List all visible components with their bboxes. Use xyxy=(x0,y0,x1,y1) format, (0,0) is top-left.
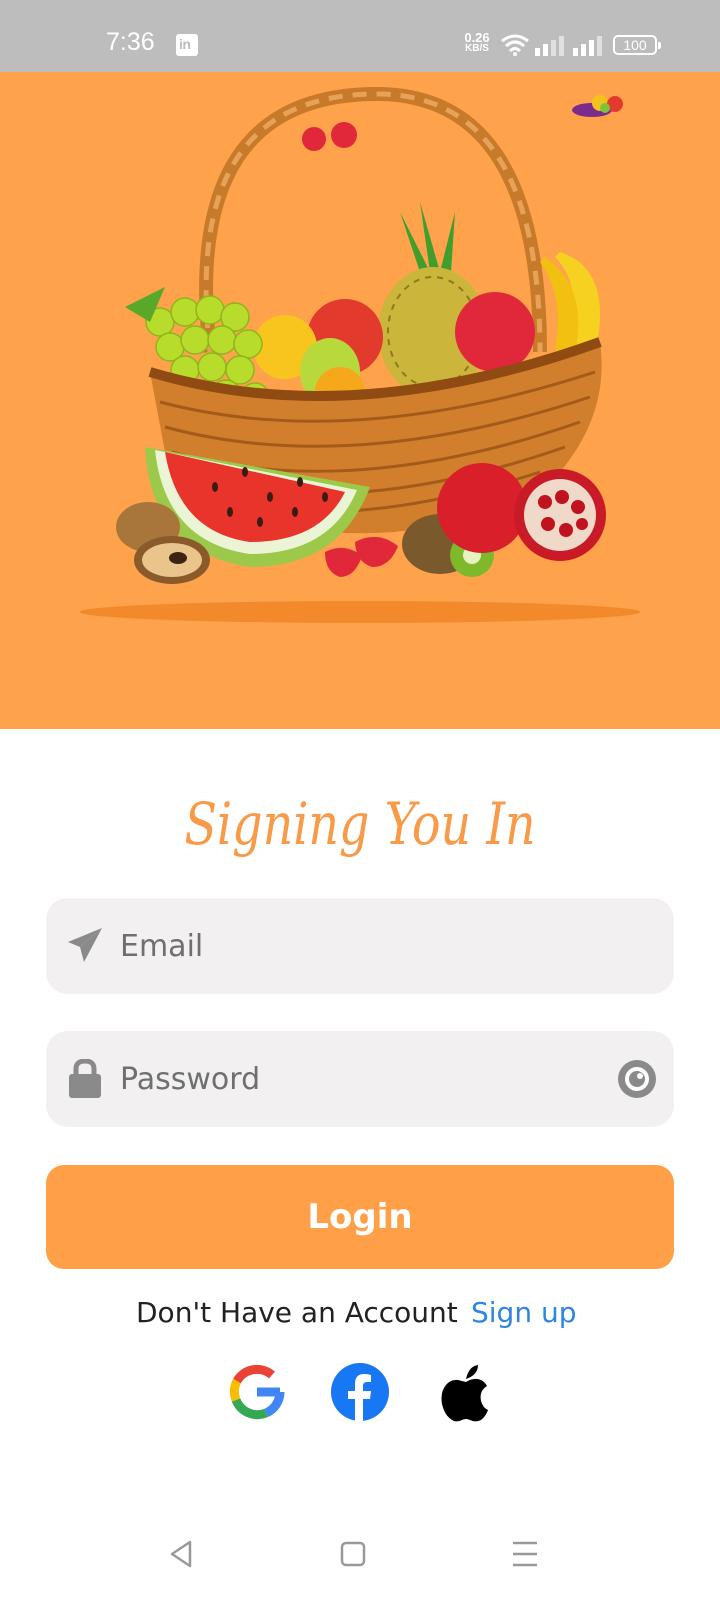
facebook-icon[interactable] xyxy=(330,1362,390,1422)
network-speed-unit: KB/S xyxy=(465,43,489,54)
google-icon[interactable] xyxy=(227,1362,287,1422)
email-field[interactable] xyxy=(46,898,674,994)
signal-icon-2 xyxy=(573,36,602,56)
apple-icon[interactable] xyxy=(436,1362,496,1422)
fruit-basket-illustration xyxy=(80,86,640,623)
recents-icon[interactable] xyxy=(505,1534,545,1574)
signal-icon xyxy=(535,36,564,56)
signup-link[interactable]: Sign up xyxy=(471,1296,577,1329)
linkedin-icon: in xyxy=(176,34,198,56)
status-time: 7:36 xyxy=(106,28,155,56)
network-speed: 0.26 KB/S xyxy=(460,30,494,54)
status-bar: 7:36 in 0.26 KB/S 100 xyxy=(0,0,720,72)
login-button[interactable]: Login xyxy=(46,1165,674,1269)
hero-image xyxy=(0,72,720,729)
no-account-prompt: Don't Have an Account xyxy=(136,1296,458,1329)
battery-icon: 100 xyxy=(613,35,661,55)
back-icon[interactable] xyxy=(162,1534,202,1574)
navigation-bar xyxy=(0,1510,720,1600)
lock-icon xyxy=(69,1059,101,1098)
page-title: Signing You In xyxy=(184,790,536,858)
wifi-icon xyxy=(501,34,529,56)
eye-icon[interactable] xyxy=(616,1059,658,1099)
home-icon[interactable] xyxy=(333,1534,373,1574)
email-input[interactable] xyxy=(120,898,640,994)
paper-plane-icon xyxy=(68,928,102,962)
password-input[interactable] xyxy=(120,1031,640,1127)
password-field[interactable] xyxy=(46,1031,674,1127)
network-speed-value: 0.26 xyxy=(464,30,490,45)
